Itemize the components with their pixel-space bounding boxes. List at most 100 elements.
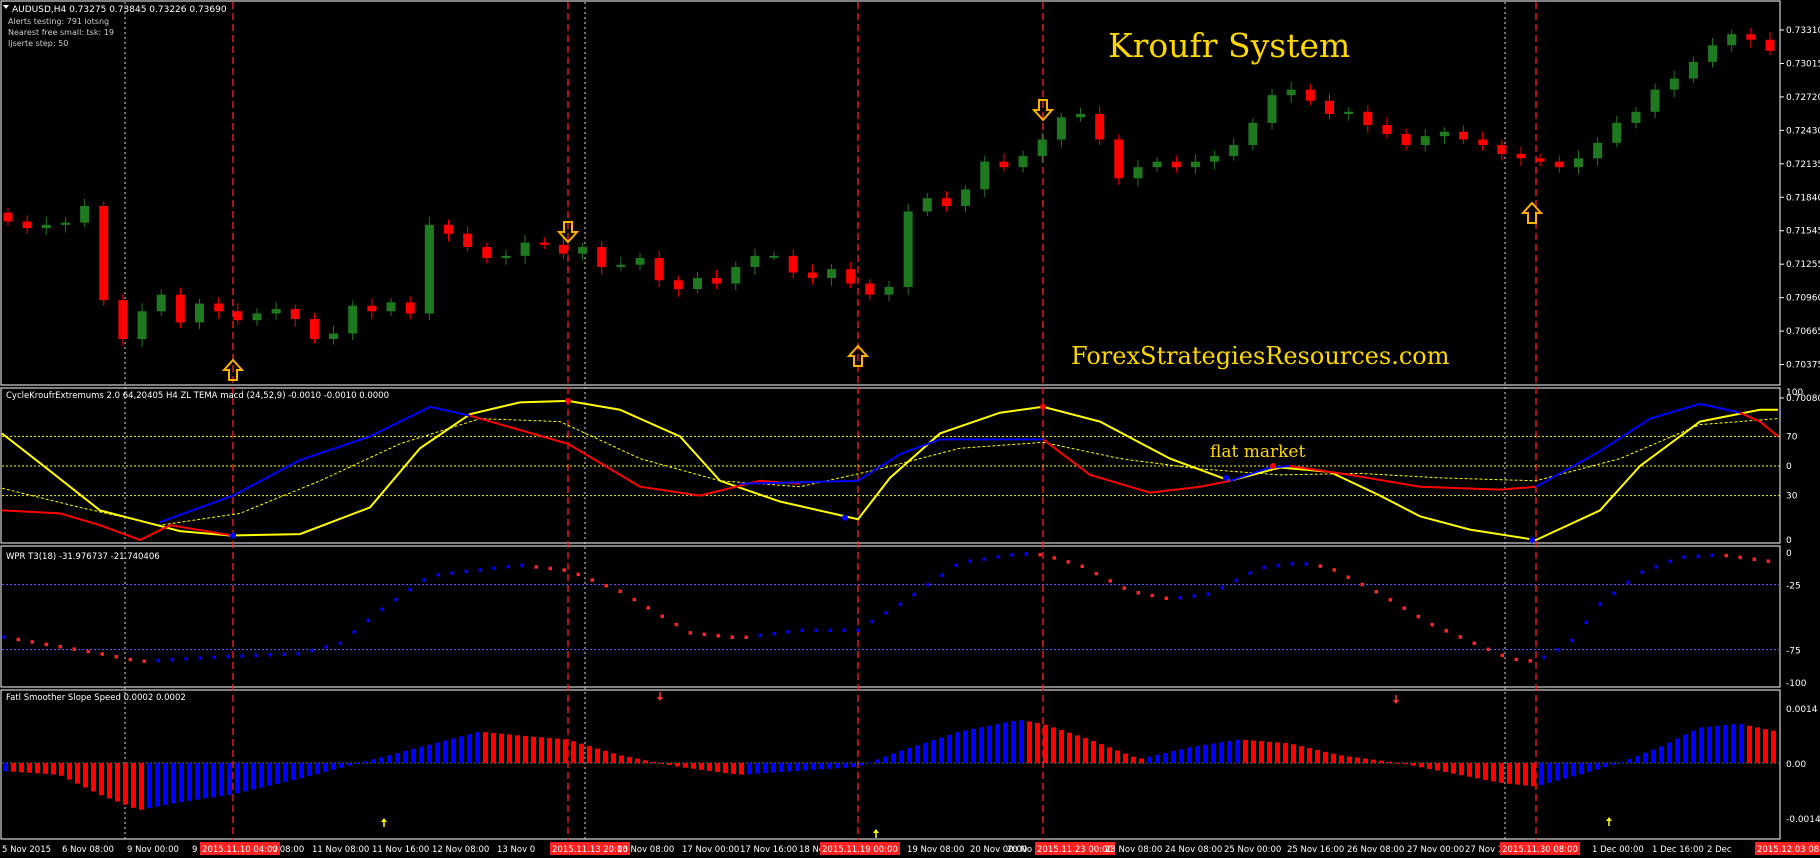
fatl-bar <box>67 763 72 780</box>
wpr-dot <box>968 559 972 563</box>
fatl-bar <box>867 762 872 764</box>
fatl-bar <box>699 763 704 770</box>
fatl-bar <box>499 733 504 763</box>
candle-body <box>922 198 932 212</box>
candle-body <box>1133 167 1143 179</box>
fatl-bar <box>283 763 288 782</box>
info-line-2: Nearest free small: tsk: 19 <box>8 28 114 37</box>
fatl-bar <box>819 763 824 770</box>
candle-body <box>271 309 281 314</box>
fatl-bar <box>907 747 912 763</box>
candle-body <box>1439 131 1449 137</box>
fatl-bar <box>315 763 320 774</box>
fatl-bar <box>1427 763 1432 769</box>
fatl-bar <box>1611 763 1616 765</box>
candle-body <box>1076 113 1086 118</box>
fatl-bar <box>1387 761 1392 763</box>
price-tick-label: 0.70665 <box>1786 327 1820 337</box>
fatl-bar <box>1363 758 1368 763</box>
candle-body <box>520 242 530 256</box>
wpr-dot <box>1206 592 1210 596</box>
fatl-bar <box>11 763 16 772</box>
fatl-bar <box>1635 755 1640 763</box>
fatl-bar <box>171 763 176 804</box>
fatl-bar <box>91 763 96 792</box>
fatl-bar <box>579 743 584 763</box>
fatl-bar <box>307 763 312 777</box>
up-arrow-icon <box>1520 201 1544 224</box>
fatl-bar <box>1547 763 1552 783</box>
candle-body <box>1535 158 1545 162</box>
wpr-dot <box>534 565 538 569</box>
wpr-dot <box>590 578 594 582</box>
fatl-bar <box>883 756 888 763</box>
fatl-bar <box>1323 751 1328 763</box>
fatl-bar <box>435 742 440 763</box>
candle-body <box>846 269 856 284</box>
fatl-bar <box>323 763 328 772</box>
candle-body <box>539 242 549 245</box>
fatl-bar <box>611 753 616 763</box>
candle-body <box>1612 122 1622 143</box>
fatl-bar <box>483 732 488 763</box>
candle-body <box>1363 111 1373 126</box>
candle-body <box>329 333 339 339</box>
fatl-bar <box>211 763 216 798</box>
time-tick-label: 6 Nov 08:00 <box>62 845 114 855</box>
wpr-dot <box>1472 641 1476 645</box>
time-tick-label: 2 Dec <box>1707 845 1732 855</box>
fatl-bar <box>979 727 984 763</box>
cycle-red-line <box>1739 411 1779 438</box>
time-tick-label: 23 Nov 08:00 <box>1105 845 1162 855</box>
fatl-bar <box>875 759 880 763</box>
fatl-bar <box>731 763 736 774</box>
fatl-bar <box>827 763 832 769</box>
fatl-bar <box>1179 749 1184 763</box>
fatl-bar <box>1059 730 1064 763</box>
candle-body <box>501 255 511 259</box>
fatl-bar <box>131 763 136 808</box>
fatl-bar <box>1603 763 1608 768</box>
price-tick-label: 0.73310 <box>1786 26 1820 36</box>
collapse-triangle-icon[interactable] <box>3 5 9 9</box>
fatl-bar <box>1419 763 1424 768</box>
fatl-bar <box>1507 763 1512 784</box>
price-tick-label: 0.71840 <box>1786 193 1820 203</box>
fatl-bar <box>75 763 80 784</box>
price-axes: 0.73310 0.73015 0.72720 0.72430 0.72135 0.718… <box>1780 26 1820 825</box>
time-tick-label: 2015.11.30 08:00 <box>1502 845 1578 855</box>
trading-chart[interactable]: 0.73310 0.73015 0.72720 0.72430 0.72135 0.718… <box>0 0 1820 858</box>
fatl-bar <box>971 728 976 763</box>
candle-body <box>367 305 377 312</box>
fatl-bar <box>1459 763 1464 776</box>
wpr-level-label: -100 <box>1786 679 1807 689</box>
fatl-bar <box>395 753 400 763</box>
fatl-bar <box>459 736 464 763</box>
candle-body <box>1286 89 1296 96</box>
wpr-dot <box>772 631 776 636</box>
candle-body <box>827 269 837 279</box>
candle-body <box>1056 117 1066 140</box>
wpr-dot <box>786 630 790 634</box>
small-up-arrow-icon <box>1606 817 1612 821</box>
wpr-dot <box>870 619 874 624</box>
wpr-level-label: -25 <box>1786 582 1801 592</box>
wpr-dot <box>184 657 188 661</box>
candle-body <box>348 305 358 334</box>
fatl-bar <box>3 763 8 772</box>
fatl-bar <box>1019 720 1024 763</box>
fatl-bar <box>443 740 448 763</box>
fatl-bar <box>1443 763 1448 773</box>
candle-body <box>1095 113 1105 140</box>
candle-body <box>980 161 990 190</box>
wpr-dot <box>464 569 468 574</box>
fatl-bar <box>803 763 808 771</box>
cycle-red-line <box>1289 465 1537 491</box>
wpr-dot <box>1262 565 1266 570</box>
fatl-bar <box>155 763 160 807</box>
wpr-dot <box>1612 591 1616 596</box>
fatl-bar <box>403 750 408 763</box>
fatl-bar <box>1571 763 1576 777</box>
fatl-bar <box>539 737 544 763</box>
candle-body <box>788 255 798 273</box>
